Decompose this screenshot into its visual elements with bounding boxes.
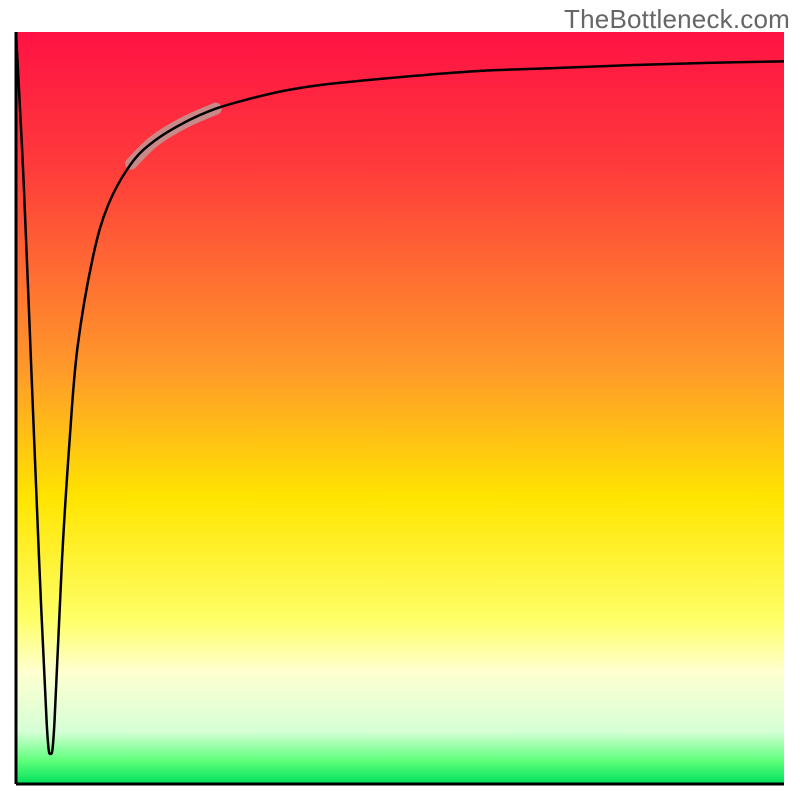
plot-background <box>16 32 784 784</box>
chart-root: TheBottleneck.com <box>0 0 800 800</box>
watermark-text: TheBottleneck.com <box>564 4 790 35</box>
bottleneck-chart <box>0 0 800 800</box>
